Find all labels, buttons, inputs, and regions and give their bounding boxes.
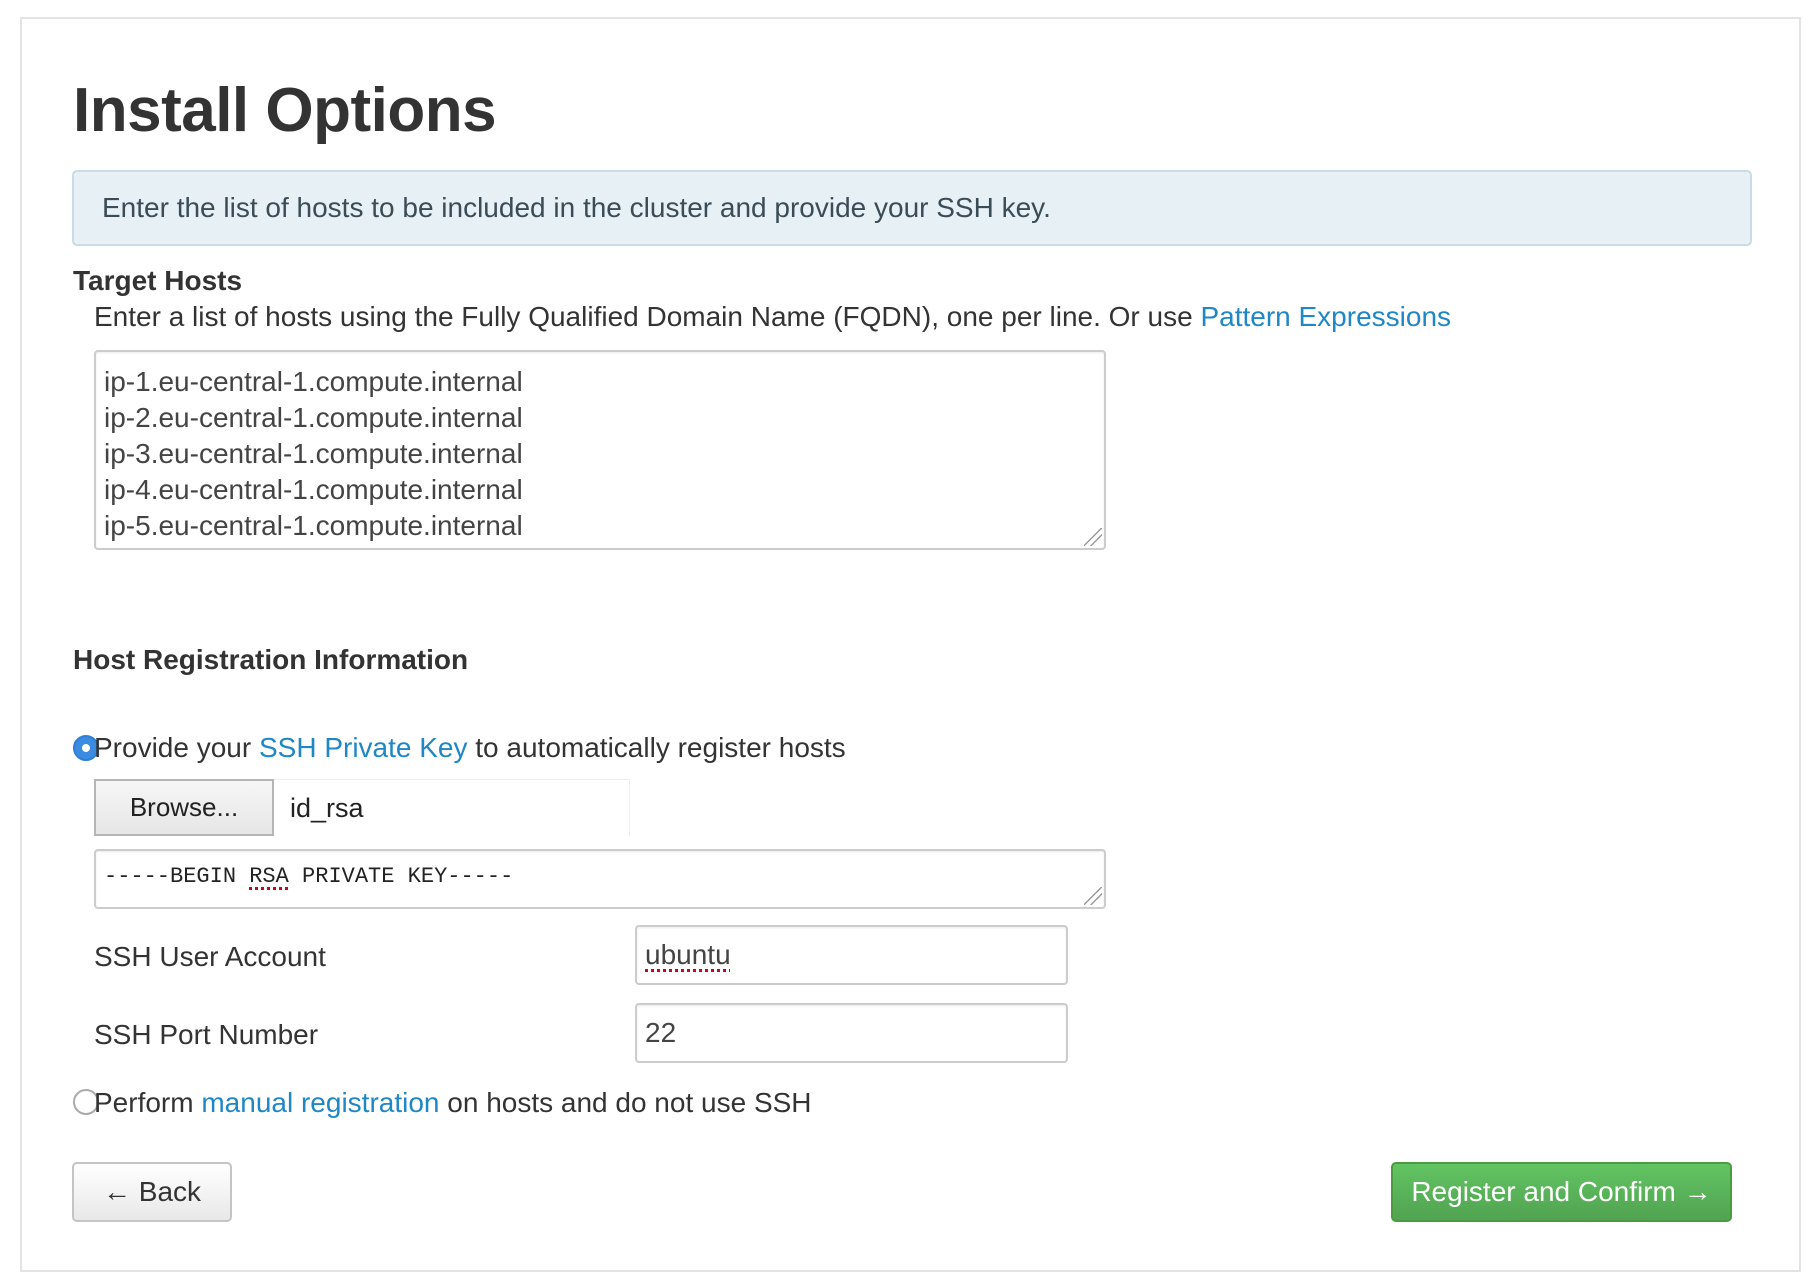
- ssh-key-option-suffix: to automatically register hosts: [467, 732, 846, 763]
- host-line: ip-1.eu-central-1.compute.internal: [104, 366, 523, 397]
- register-and-confirm-button[interactable]: Register and Confirm →: [1391, 1162, 1732, 1222]
- resize-handle-icon[interactable]: [1084, 887, 1102, 905]
- ssh-port-input[interactable]: 22: [635, 1003, 1068, 1063]
- back-button[interactable]: ← Back: [72, 1162, 232, 1222]
- manual-registration-link[interactable]: manual registration: [201, 1087, 439, 1118]
- target-hosts-textarea[interactable]: ip-1.eu-central-1.compute.internal ip-2.…: [94, 350, 1106, 550]
- target-hosts-title: Target Hosts: [73, 265, 243, 296]
- ssh-user-label: SSH User Account: [94, 941, 326, 972]
- manual-option-label: Perform manual registration on hosts and…: [94, 1087, 812, 1119]
- info-alert: Enter the list of hosts to be included i…: [72, 170, 1752, 246]
- host-line: ip-4.eu-central-1.compute.internal: [104, 474, 523, 505]
- ssh-port-label: SSH Port Number: [94, 1019, 319, 1050]
- browse-button[interactable]: Browse...: [94, 779, 274, 836]
- ssh-user-value: ubuntu: [645, 939, 731, 970]
- ssh-private-key-link[interactable]: SSH Private Key: [259, 732, 468, 763]
- host-line: ip-3.eu-central-1.compute.internal: [104, 438, 523, 469]
- target-hosts-help-text: Enter a list of hosts using the Fully Qu…: [94, 301, 1201, 332]
- ssh-user-input[interactable]: ubuntu: [635, 925, 1068, 985]
- pattern-expressions-link[interactable]: Pattern Expressions: [1200, 301, 1451, 332]
- ssh-private-key-textarea[interactable]: -----BEGIN RSA PRIVATE KEY-----: [94, 849, 1106, 909]
- manual-option-prefix: Perform: [94, 1087, 202, 1118]
- ssh-key-option-prefix: Provide your: [94, 732, 259, 763]
- manual-option-suffix: on hosts and do not use SSH: [439, 1087, 812, 1118]
- key-text-flagged-word: RSA: [249, 864, 289, 889]
- page-title: Install Options: [73, 76, 497, 145]
- key-text-start: -----BEGIN: [104, 864, 250, 889]
- host-registration-title: Host Registration Information: [73, 644, 469, 675]
- install-options-panel: Install Options Enter the list of hosts …: [20, 17, 1801, 1272]
- ssh-key-option-label: Provide your SSH Private Key to automati…: [94, 732, 846, 764]
- key-text-end: PRIVATE KEY-----: [288, 864, 514, 889]
- host-line: ip-5.eu-central-1.compute.internal: [104, 510, 523, 541]
- target-hosts-help: Enter a list of hosts using the Fully Qu…: [94, 301, 1451, 333]
- host-line: ip-2.eu-central-1.compute.internal: [104, 402, 523, 433]
- selected-file-name: id_rsa: [274, 779, 630, 836]
- resize-handle-icon[interactable]: [1084, 528, 1102, 546]
